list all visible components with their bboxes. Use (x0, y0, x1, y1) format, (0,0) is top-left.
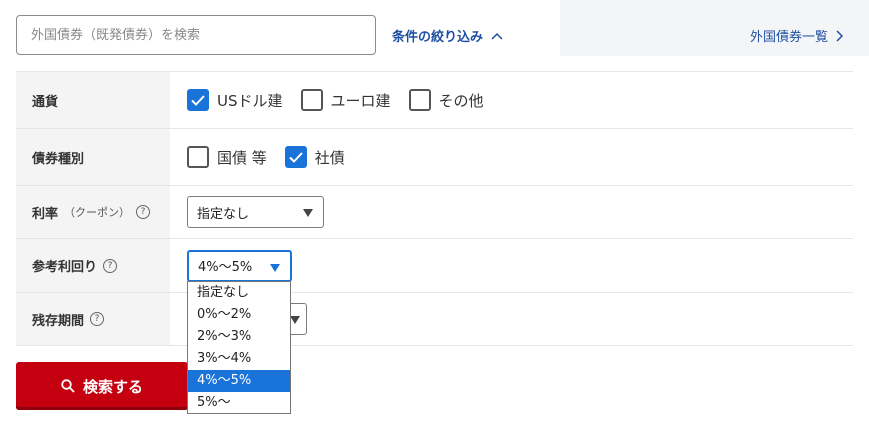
filter-toggle-label: 条件の絞り込み (392, 30, 484, 45)
chevron-right-icon (836, 29, 844, 42)
search-icon (61, 379, 75, 393)
dropdown-option[interactable]: 3%〜4% (188, 348, 290, 370)
dropdown-option[interactable]: 5%〜 (188, 392, 290, 414)
yield-select[interactable]: 4%〜5% (187, 249, 292, 282)
checkbox-other-label: その他 (438, 91, 484, 110)
remaining-select[interactable] (290, 303, 307, 335)
yield-label: 参考利回り ? (16, 239, 170, 292)
remaining-label: 残存期間 ? (16, 293, 170, 345)
yield-select-value: 4%〜5% (198, 260, 253, 275)
filter-table: 通貨 USドル建 ユーロ建 その他 債券種別 国債 等 社債 利率 （クーポン）… (16, 71, 853, 346)
coupon-label-sub: （クーポン） (64, 206, 131, 219)
coupon-content: 指定なし (170, 186, 853, 238)
remaining-row: 残存期間 ? (16, 292, 853, 346)
checkbox-government[interactable]: 国債 等 (187, 146, 267, 168)
dropdown-arrow-icon (303, 209, 313, 217)
help-icon[interactable]: ? (90, 312, 105, 326)
bond-type-row: 債券種別 国債 等 社債 (16, 128, 853, 185)
bond-list-link-label: 外国債券一覧 (750, 30, 829, 45)
bond-list-link[interactable]: 外国債券一覧 (750, 26, 844, 45)
dropdown-arrow-icon (270, 263, 280, 272)
checkbox-usd[interactable]: USドル建 (187, 89, 283, 111)
help-icon[interactable]: ? (136, 205, 151, 219)
help-icon[interactable]: ? (103, 258, 118, 273)
yield-dropdown-list: 指定なし 0%〜2% 2%〜3% 3%〜4% 4%〜5% 5%〜 (187, 281, 291, 414)
coupon-label: 利率 （クーポン） ? (16, 186, 170, 238)
bond-type-label: 債券種別 (16, 129, 170, 185)
checkbox-government-label: 国債 等 (217, 148, 267, 167)
bond-search-panel: 条件の絞り込み 外国債券一覧 通貨 USドル建 ユーロ建 (0, 0, 869, 422)
dropdown-option-selected[interactable]: 4%〜5% (188, 370, 290, 392)
filter-toggle[interactable]: 条件の絞り込み (392, 26, 503, 45)
dropdown-option[interactable]: 2%〜3% (188, 326, 290, 348)
currency-options: USドル建 ユーロ建 その他 (170, 72, 853, 128)
bond-type-options: 国債 等 社債 (170, 129, 853, 185)
checkbox-corporate[interactable]: 社債 (284, 146, 345, 168)
coupon-select-value: 指定なし (197, 206, 250, 222)
checkbox-unchecked-icon (408, 89, 431, 111)
bond-type-label-text: 債券種別 (32, 151, 85, 167)
yield-row: 参考利回り ? 4%〜5% (16, 238, 853, 292)
coupon-select[interactable]: 指定なし (187, 196, 324, 228)
checkbox-usd-label: USドル建 (217, 91, 283, 110)
checkbox-eur-label: ユーロ建 (330, 91, 391, 110)
search-field[interactable] (16, 15, 376, 55)
coupon-row: 利率 （クーポン） ? 指定なし (16, 185, 853, 238)
dropdown-option[interactable]: 指定なし (188, 282, 290, 304)
checkbox-other[interactable]: その他 (408, 89, 484, 111)
checkbox-checked-icon (187, 89, 209, 111)
checkbox-checked-icon (284, 146, 307, 168)
search-input[interactable] (17, 16, 375, 54)
chevron-up-icon (491, 32, 503, 40)
currency-label: 通貨 (16, 72, 170, 128)
coupon-label-text: 利率 (32, 206, 59, 222)
currency-row: 通貨 USドル建 ユーロ建 その他 (16, 71, 853, 128)
dropdown-option[interactable]: 0%〜2% (188, 304, 290, 326)
currency-label-text: 通貨 (32, 94, 59, 110)
checkbox-unchecked-icon (300, 89, 323, 111)
dropdown-arrow-icon (290, 316, 300, 324)
checkbox-corporate-label: 社債 (314, 148, 345, 167)
search-button-label: 検索する (82, 377, 143, 396)
search-button[interactable]: 検索する (16, 362, 188, 410)
remaining-label-text: 残存期間 (32, 313, 85, 329)
checkbox-eur[interactable]: ユーロ建 (300, 89, 391, 111)
yield-label-text: 参考利回り (32, 260, 98, 275)
checkbox-unchecked-icon (187, 146, 209, 168)
